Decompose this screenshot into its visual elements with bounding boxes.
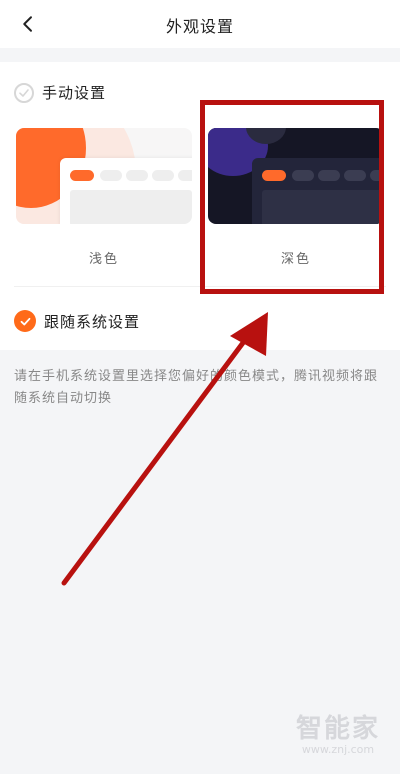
nav-header: 外观设置 [0, 0, 400, 49]
follow-system-label: 跟随系统设置 [44, 312, 141, 331]
follow-system-option[interactable]: 跟随系统设置 [14, 310, 140, 332]
section-gap [0, 48, 400, 58]
radio-checked-icon [14, 310, 36, 332]
light-theme-label: 浅色 [88, 252, 119, 267]
preview-body [70, 190, 192, 224]
preview-pill-active [70, 170, 94, 181]
page-title: 外观设置 [165, 17, 234, 36]
preview-pill [100, 170, 122, 181]
preview-pill [126, 170, 148, 181]
watermark: 智能家 www.znj.com [286, 708, 390, 756]
follow-system-description: 请在手机系统设置里选择您偏好的颜色模式，腾讯视频将跟随系统自动切换 [14, 369, 379, 406]
annotation-highlight-box [200, 100, 384, 294]
preview-pill [152, 170, 174, 181]
watermark-title: 智能家 [295, 714, 380, 744]
light-preview-window [60, 158, 192, 224]
radio-unchecked-icon [14, 82, 34, 103]
preview-pill [178, 170, 192, 181]
manual-setting-label: 手动设置 [42, 84, 107, 102]
manual-setting-option[interactable]: 手动设置 [14, 82, 106, 103]
light-theme-card[interactable] [16, 128, 192, 224]
